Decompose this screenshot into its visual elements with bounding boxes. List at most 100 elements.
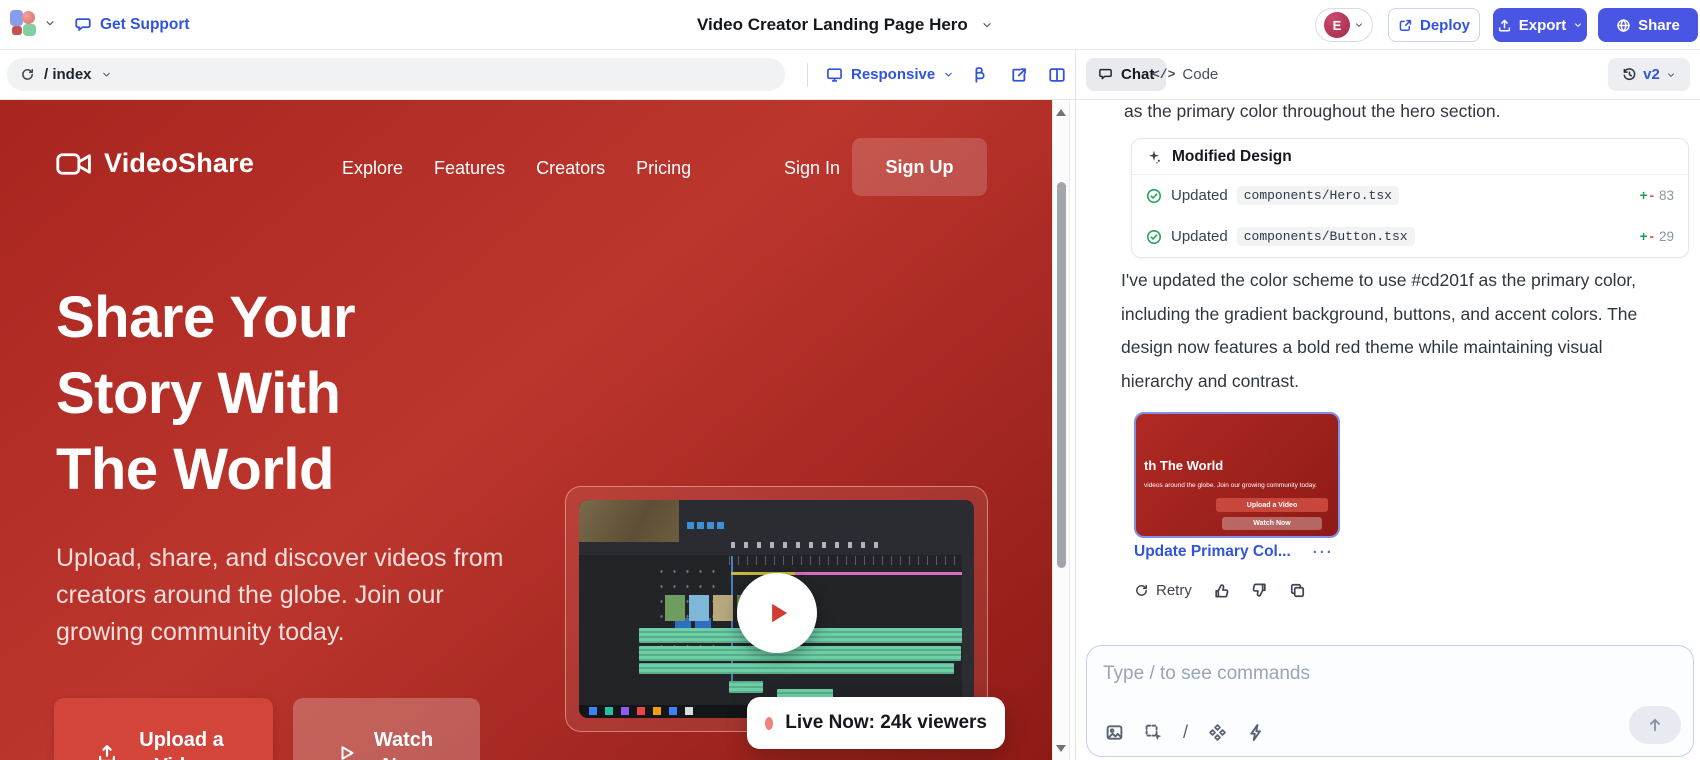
workspace-menu[interactable] (10, 9, 56, 37)
deploy-icon (1398, 18, 1413, 33)
message-input[interactable] (1103, 658, 1663, 690)
retry-button[interactable]: Retry (1134, 582, 1192, 599)
select-element-button[interactable] (1144, 723, 1163, 742)
nav-link-creators[interactable]: Creators (536, 158, 605, 179)
chevron-down-icon (1354, 20, 1364, 30)
deploy-button[interactable]: Deploy (1388, 8, 1480, 42)
mini-upload-button: Upload a Video (1216, 498, 1328, 512)
nav-link-features[interactable]: Features (434, 158, 505, 179)
brand-name: VideoShare (104, 148, 254, 179)
live-badge: Live Now: 24k viewers (747, 697, 1005, 749)
modified-design-card: Modified Design Updated components/Hero.… (1131, 138, 1689, 258)
hero-headline: Share Your Story With The World (56, 280, 355, 508)
chevron-down-icon (981, 19, 993, 31)
mini-text: videos around the globe. Join our growin… (1144, 482, 1317, 489)
change-row: Updated components/Button.tsx +-29 (1132, 216, 1688, 257)
tab-code[interactable]: </> Code (1152, 58, 1218, 91)
app-logo-icon (10, 9, 38, 37)
preview-pane: VideoShare Explore Features Creators Pri… (0, 100, 1052, 760)
account-menu[interactable]: E (1315, 8, 1373, 42)
app-window: Get Support Video Creator Landing Page H… (0, 0, 1700, 760)
send-button[interactable] (1629, 706, 1681, 744)
play-outline-icon (336, 743, 356, 760)
scroll-down-arrow[interactable] (1053, 740, 1069, 756)
refresh-icon[interactable] (20, 67, 35, 82)
open-in-new-tab-button[interactable] (1005, 61, 1033, 89)
thumbs-down-button[interactable] (1251, 582, 1268, 599)
site-nav: Explore Features Creators Pricing (342, 158, 691, 179)
chevron-down-icon (101, 69, 112, 80)
version-selector[interactable]: v2 (1608, 58, 1690, 91)
copy-button[interactable] (1289, 582, 1306, 599)
share-label: Share (1638, 17, 1680, 34)
upload-icon (96, 742, 118, 760)
site-brand[interactable]: VideoShare (56, 148, 254, 179)
export-button[interactable]: Export (1493, 8, 1587, 42)
version-thumbnail[interactable]: th The World videos around the globe. Jo… (1134, 412, 1340, 538)
viewport-selector[interactable]: Responsive (826, 58, 954, 91)
video-player-card (565, 486, 988, 732)
upload-video-label: Upload a Video (132, 727, 232, 760)
page-title: Video Creator Landing Page Hero (697, 15, 968, 35)
breakpoints-button[interactable] (966, 61, 994, 89)
code-icon: </> (1152, 67, 1175, 82)
chevron-down-icon (1666, 70, 1676, 80)
diff-stat: +-83 (1640, 188, 1674, 203)
sign-up-button[interactable]: Sign Up (852, 138, 987, 196)
project-title-menu[interactable]: Video Creator Landing Page Hero (697, 0, 993, 50)
mini-watch-button: Watch Now (1222, 517, 1322, 530)
live-dot-icon (765, 717, 773, 730)
monitor-icon (826, 66, 843, 83)
assistant-message-clipped: as the primary color throughout the hero… (1124, 101, 1500, 122)
change-action: Updated (1171, 228, 1228, 245)
split-view-button[interactable] (1043, 61, 1071, 89)
watch-now-button[interactable]: Watch Now (293, 698, 480, 760)
get-support-button[interactable]: Get Support (74, 0, 190, 50)
chat-tab-label: Chat (1121, 66, 1154, 83)
attach-image-button[interactable] (1105, 723, 1124, 742)
nav-link-explore[interactable]: Explore (342, 158, 403, 179)
ellipsis-menu-icon[interactable]: ··· (1313, 544, 1334, 561)
get-support-label: Get Support (100, 16, 190, 34)
scroll-up-arrow[interactable] (1053, 104, 1069, 120)
chevron-down-icon (943, 69, 954, 80)
avatar: E (1324, 12, 1350, 38)
viewport-label: Responsive (851, 66, 935, 83)
version-thumbnail-label[interactable]: Update Primary Col... (1134, 543, 1291, 561)
history-icon (1622, 67, 1637, 82)
file-chip: components/Hero.tsx (1237, 186, 1399, 205)
card-title: Modified Design (1172, 148, 1292, 166)
path-label: / index (44, 66, 92, 83)
scrollbar-thumb[interactable] (1057, 182, 1066, 568)
preview-scrollbar[interactable] (1052, 100, 1070, 760)
path-selector[interactable]: / index (7, 58, 785, 91)
quick-actions-button[interactable] (1247, 723, 1266, 742)
thumbs-up-button[interactable] (1213, 582, 1230, 599)
play-button[interactable] (737, 573, 817, 653)
change-row: Updated components/Hero.tsx +-83 (1132, 175, 1688, 216)
slash-command-icon[interactable]: / (1183, 722, 1188, 743)
watch-now-label: Watch Now (370, 727, 438, 760)
chevron-down-icon (1573, 20, 1583, 30)
sparkle-icon (1146, 149, 1162, 165)
nav-link-pricing[interactable]: Pricing (636, 158, 691, 179)
retry-label: Retry (1156, 582, 1192, 599)
upload-video-button[interactable]: Upload a Video (54, 698, 273, 760)
diff-stat: +-29 (1640, 229, 1674, 244)
sign-in-link[interactable]: Sign In (784, 158, 840, 179)
app-header: Get Support Video Creator Landing Page H… (0, 0, 1700, 50)
chat-bubble-icon (74, 16, 92, 34)
chat-bubble-icon (1098, 67, 1113, 82)
file-chip: components/Button.tsx (1237, 227, 1415, 246)
hero-description: Upload, share, and discover videos from … (56, 540, 506, 651)
export-icon (1497, 18, 1512, 33)
toolbar: / index Responsive (0, 50, 1700, 100)
integrations-button[interactable] (1208, 723, 1227, 742)
content-area: VideoShare Explore Features Creators Pri… (0, 100, 1700, 760)
check-circle-icon (1146, 229, 1162, 245)
chat-panel: as the primary color throughout the hero… (1075, 100, 1700, 760)
code-tab-label: Code (1182, 66, 1218, 83)
share-button[interactable]: Share (1598, 8, 1698, 42)
deploy-label: Deploy (1420, 17, 1470, 34)
export-label: Export (1519, 17, 1567, 34)
